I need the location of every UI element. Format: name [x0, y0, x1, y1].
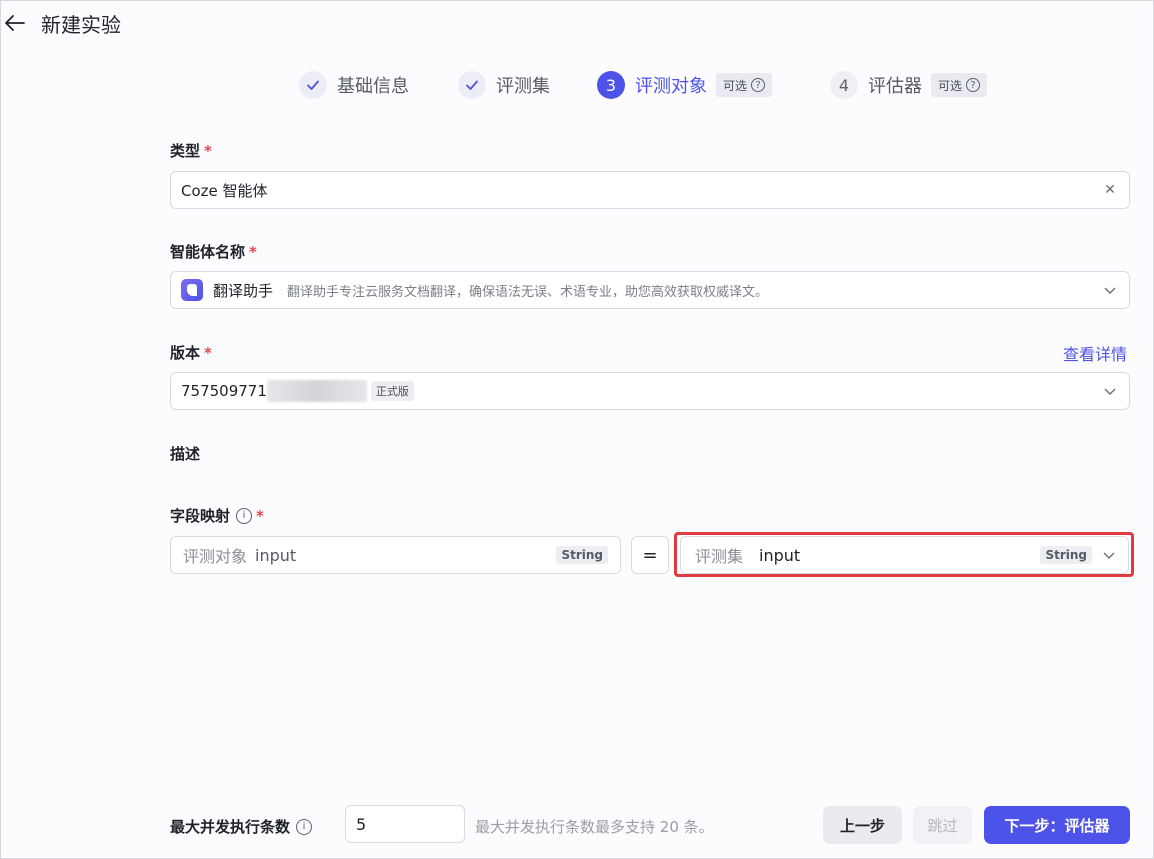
required-mark: *	[204, 141, 212, 160]
info-icon[interactable]: i	[236, 507, 253, 524]
type-value: Coze 智能体	[181, 181, 268, 200]
step-number: 4	[830, 71, 858, 99]
agent-description: 翻译助手专注云服务文档翻译，确保语法无误、术语专业，助您高效获取权威译文。	[287, 284, 769, 300]
required-mark: *	[249, 242, 257, 261]
clear-icon[interactable]: ✕	[1103, 183, 1117, 197]
step-number: 3	[597, 71, 625, 99]
mapping-target-select[interactable]: 评测集 input String	[680, 536, 1129, 574]
step-label: 评测集	[496, 76, 550, 97]
description-label: 描述	[170, 443, 200, 464]
optional-tag: 可选 ?	[716, 73, 773, 97]
required-mark: *	[256, 506, 264, 525]
chevron-down-icon	[1104, 388, 1116, 395]
previous-step-button[interactable]: 上一步	[823, 806, 902, 844]
mapping-target-name: input	[759, 545, 801, 565]
chevron-down-icon	[1103, 552, 1115, 559]
step-label: 评估器	[868, 76, 922, 97]
type-tag: String	[1040, 546, 1092, 564]
view-details-link[interactable]: 查看详情	[1063, 341, 1127, 365]
step-eval-target[interactable]: 3 评测对象 可选 ?	[597, 69, 773, 101]
type-tag: String	[556, 546, 608, 564]
agent-name: 翻译助手	[213, 281, 274, 300]
version-select[interactable]: 757509771 正式版	[170, 372, 1130, 410]
version-value: 757509771	[181, 382, 267, 400]
back-arrow-icon[interactable]	[3, 11, 27, 35]
next-step-button[interactable]: 下一步：评估器	[984, 806, 1130, 844]
step-label: 基础信息	[337, 76, 409, 97]
type-label: 类型 *	[170, 140, 212, 161]
check-icon	[299, 71, 327, 99]
optional-tag-text: 可选	[723, 78, 748, 93]
field-mapping-label-text: 字段映射	[170, 507, 231, 525]
step-evaluator[interactable]: 4 评估器 可选 ?	[830, 69, 988, 101]
concurrency-label-text: 最大并发执行条数	[170, 818, 291, 836]
agent-name-label: 智能体名称 *	[170, 241, 257, 262]
description-label-text: 描述	[170, 445, 201, 463]
check-icon	[458, 71, 486, 99]
stepper: 基础信息 评测集 3 评测对象 可选 ? 4 评估器 可选 ?	[1, 69, 1154, 101]
version-label: 版本 *	[170, 342, 212, 363]
chevron-down-icon	[1104, 287, 1116, 294]
version-tag: 正式版	[370, 381, 414, 401]
page-title: 新建实验	[41, 13, 121, 37]
agent-select[interactable]: 翻译助手 翻译助手专注云服务文档翻译，确保语法无误、术语专业，助您高效获取权威译…	[170, 271, 1130, 309]
concurrency-input[interactable]	[345, 805, 465, 843]
mapping-target-prefix: 评测集	[695, 547, 744, 566]
field-mapping-label: 字段映射 i *	[170, 505, 264, 526]
required-mark: *	[204, 343, 212, 362]
concurrency-hint: 最大并发执行条数最多支持 20 条。	[475, 818, 714, 836]
mapping-source-name: input	[255, 545, 297, 565]
agent-name-label-text: 智能体名称	[170, 243, 246, 261]
optional-tag-text: 可选	[938, 78, 963, 93]
help-icon[interactable]: ?	[751, 78, 766, 92]
mapping-source-prefix: 评测对象	[183, 547, 248, 566]
type-select[interactable]: Coze 智能体 ✕	[170, 171, 1130, 209]
step-eval-set[interactable]: 评测集	[458, 69, 550, 101]
optional-tag: 可选 ?	[931, 73, 988, 97]
skip-button[interactable]: 跳过	[913, 806, 972, 844]
type-label-text: 类型	[170, 142, 201, 160]
step-basic-info[interactable]: 基础信息	[299, 69, 409, 101]
equals-sign: =	[631, 536, 669, 574]
step-label: 评测对象	[635, 76, 707, 97]
concurrency-label: 最大并发执行条数 i	[170, 816, 313, 837]
version-label-text: 版本	[170, 344, 201, 362]
mapping-source-field: 评测对象 input String	[170, 536, 621, 574]
agent-avatar-icon	[181, 279, 203, 301]
help-icon[interactable]: ?	[966, 78, 981, 92]
info-icon[interactable]: i	[296, 818, 313, 835]
redacted-area	[266, 380, 367, 402]
